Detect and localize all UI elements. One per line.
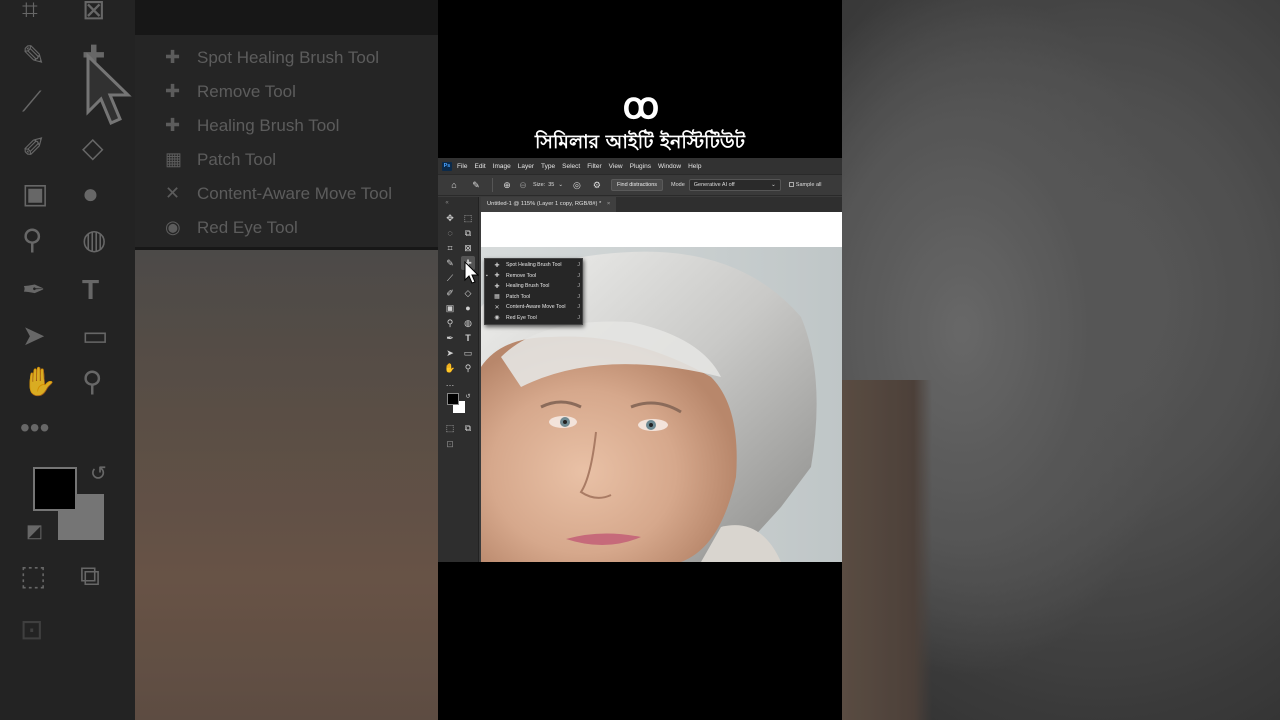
shortcut-label: J [577, 314, 580, 321]
mode-label: Mode [671, 182, 685, 188]
mode-select[interactable]: Generative AI off ⌄ [688, 179, 781, 191]
document-tabs: Untitled-1 @ 115% (Layer 1 copy, RGB/8#)… [481, 197, 842, 212]
type-icon[interactable]: T [461, 331, 475, 345]
menu-plugins[interactable]: Plugins [630, 163, 651, 170]
eye-icon: ◉ [494, 315, 500, 322]
menu-window[interactable]: Window [658, 163, 681, 170]
menu-help[interactable]: Help [688, 163, 701, 170]
pen-icon[interactable]: ✒ [443, 331, 457, 345]
menu-filter[interactable]: Filter [587, 163, 601, 170]
cursor-icon [464, 261, 480, 284]
sponge-icon[interactable]: ◍ [461, 316, 475, 330]
backdrop-dim [0, 0, 438, 720]
flyout-item-remove[interactable]: ▪ ✚ Remove Tool J [485, 271, 584, 282]
flyout-item-red-eye[interactable]: ◉ Red Eye Tool J [485, 313, 584, 324]
bandage-icon: ✚ [494, 283, 500, 290]
shortcut-label: J [577, 293, 580, 300]
zoom-icon[interactable]: ⚲ [461, 361, 475, 375]
remove-tool-icon[interactable]: ✎ [470, 179, 482, 191]
mode-value: Generative AI off [693, 182, 735, 188]
dodge-icon[interactable]: ⚲ [443, 316, 457, 330]
bandage-icon: ✚ [494, 262, 500, 269]
foreground-color-swatch[interactable] [447, 393, 459, 405]
hand-icon[interactable]: ✋ [443, 361, 457, 375]
document-tab[interactable]: Untitled-1 @ 115% (Layer 1 copy, RGB/8#)… [481, 197, 617, 212]
find-distractions-button[interactable]: Find distractions [610, 179, 664, 191]
divider [492, 178, 493, 192]
settings-gear-icon[interactable]: ⚙ [591, 179, 603, 191]
menu-edit[interactable]: Edit [474, 163, 485, 170]
close-icon[interactable]: × [607, 201, 610, 207]
extra-icon[interactable]: ⊡ [443, 437, 457, 451]
tool-flyout-menu: ✚ Spot Healing Brush Tool J ▪ ✚ Remove Tool J… [484, 258, 583, 325]
menu-layer[interactable]: Layer [518, 163, 534, 170]
screen-mode-icon[interactable]: ⧉ [461, 421, 475, 435]
lasso-icon[interactable]: ◌ [443, 226, 457, 240]
shortcut-label: J [577, 272, 580, 279]
collapse-icon[interactable]: « [440, 196, 454, 210]
flyout-item-spot-healing[interactable]: ✚ Spot Healing Brush Tool J [485, 260, 584, 271]
document-tab-label: Untitled-1 @ 115% (Layer 1 copy, RGB/8#)… [487, 201, 602, 207]
tools-panel: « ✥ ⬚ ◌ ⧉ ⌗ ⊠ ✎ ✚ ⟋ ✐ ◇ ▣ ● ⚲ ◍ ✒ T ➤ ▭ … [438, 197, 479, 562]
subtract-mode-icon[interactable]: ⊖ [517, 179, 529, 191]
gradient-icon[interactable]: ▣ [443, 301, 457, 315]
crop-icon[interactable]: ⌗ [443, 241, 457, 255]
checkbox-box [788, 182, 794, 188]
backdrop-right [842, 0, 1280, 720]
move-arrows-icon: ✕ [494, 304, 500, 311]
blur-drop-icon[interactable]: ● [461, 301, 475, 315]
history-brush-icon[interactable]: ✐ [443, 286, 457, 300]
size-value[interactable]: 35 [548, 182, 554, 188]
shortcut-label: J [577, 262, 580, 269]
canvas-top [481, 212, 842, 247]
backdrop-left: ⌗ ⊠ ✎ ✚ ⟋ ✐ ◇ ▣ ● ⚲ ◍ ✒ T ➤ ▭ ✋ ⚲ ••• ↺ … [0, 0, 438, 720]
flyout-item-healing-brush[interactable]: ✚ Healing Brush Tool J [485, 281, 584, 292]
video-frame: ꝏ সিমিলার আইটি ইনস্টিটিউট Ps File Edit I… [438, 0, 842, 720]
brand-name: সিমিলার আইটি ইনস্টিটিউট [535, 131, 745, 153]
selected-marker-icon: ▪ [486, 272, 488, 279]
app-logo: Ps [442, 161, 452, 171]
menu-view[interactable]: View [609, 163, 623, 170]
flyout-item-content-aware-move[interactable]: ✕ Content-Aware Move Tool J [485, 302, 584, 313]
shortcut-label: J [577, 283, 580, 290]
move-icon[interactable]: ✥ [443, 211, 457, 225]
path-select-icon[interactable]: ➤ [443, 346, 457, 360]
flyout-item-patch[interactable]: ▦ Patch Tool J [485, 292, 584, 303]
backdrop-dim [842, 0, 1280, 720]
menu-select[interactable]: Select [562, 163, 580, 170]
pressure-icon[interactable]: ◎ [571, 179, 583, 191]
sample-all-label: Sample all [795, 182, 822, 188]
object-select-icon[interactable]: ⧉ [461, 226, 475, 240]
chevron-down-icon: ⌄ [771, 182, 776, 188]
frame-icon[interactable]: ⊠ [461, 241, 475, 255]
size-dropdown-icon[interactable]: ⌄ [558, 182, 563, 188]
remove-icon: ✚ [494, 273, 500, 280]
marquee-icon[interactable]: ⬚ [461, 211, 475, 225]
quick-mask-icon[interactable]: ⬚ [443, 421, 457, 435]
patch-icon: ▦ [494, 294, 500, 301]
eyedropper-icon[interactable]: ✎ [443, 256, 457, 270]
brand-logo: ꝏ সিমিলার আইটি ইনস্টিটিউট [438, 88, 842, 160]
eraser-icon[interactable]: ◇ [461, 286, 475, 300]
menu-file[interactable]: File [457, 163, 467, 170]
bottom-letterbox [438, 562, 842, 720]
photoshop-window: Ps File Edit Image Layer Type Select Fil… [438, 158, 842, 562]
menu-image[interactable]: Image [493, 163, 511, 170]
sample-all-checkbox[interactable]: Sample all [788, 182, 822, 188]
more-tools-icon[interactable]: … [443, 376, 457, 390]
size-label: Size: [533, 182, 546, 188]
brush-icon[interactable]: ⟋ [443, 271, 457, 285]
home-icon[interactable]: ⌂ [448, 179, 460, 191]
options-bar: ⌂ ✎ ⊕ ⊖ Size: 35 ⌄ ◎ ⚙ Find distractions… [438, 174, 842, 196]
menu-type[interactable]: Type [541, 163, 555, 170]
shortcut-label: J [577, 304, 580, 311]
logo-mark: ꝏ [622, 85, 660, 126]
menu-bar: Ps File Edit Image Layer Type Select Fil… [438, 158, 842, 174]
add-mode-icon[interactable]: ⊕ [501, 179, 513, 191]
swap-colors-icon[interactable]: ↺ [461, 389, 475, 403]
rectangle-icon[interactable]: ▭ [461, 346, 475, 360]
